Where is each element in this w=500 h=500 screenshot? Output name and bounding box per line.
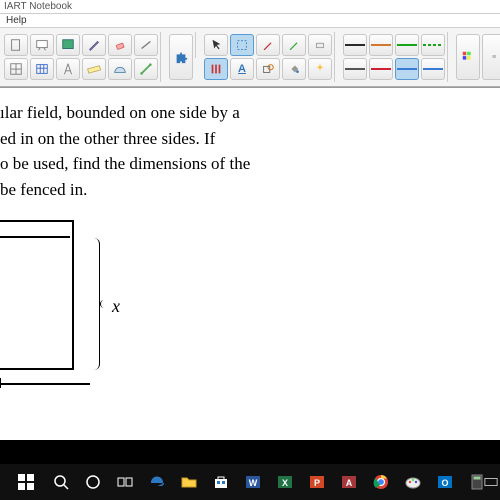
line-style-5[interactable] xyxy=(343,58,367,80)
svg-text:O: O xyxy=(441,478,448,488)
x-label: x xyxy=(112,296,120,317)
eraser-button[interactable] xyxy=(108,34,132,56)
figure-diagram: x xyxy=(0,220,160,410)
new-doc-button[interactable] xyxy=(4,34,28,56)
base-dimension xyxy=(0,380,90,390)
toolbar: A ≡ xyxy=(0,27,500,87)
fill-button[interactable] xyxy=(282,58,306,80)
highlighter-button[interactable] xyxy=(204,58,228,80)
word-button[interactable]: W xyxy=(238,467,268,497)
edge-button[interactable] xyxy=(142,467,172,497)
color-palette-button[interactable] xyxy=(456,34,480,80)
search-button[interactable] xyxy=(46,467,76,497)
text-line-1: ılar field, bounded on one side by a xyxy=(0,100,492,126)
svg-text:W: W xyxy=(249,478,258,488)
chrome-button[interactable] xyxy=(366,467,396,497)
taskview-button[interactable] xyxy=(110,467,140,497)
tool-group-select: A xyxy=(202,32,335,82)
tool-group-main xyxy=(2,32,161,82)
svg-text:X: X xyxy=(282,478,288,488)
cortana-button[interactable] xyxy=(78,467,108,497)
help-menu[interactable]: Help xyxy=(6,15,27,26)
pointer-button[interactable] xyxy=(204,34,228,56)
presentation-button[interactable] xyxy=(30,34,54,56)
canvas-area[interactable]: ılar field, bounded on one side by a ed … xyxy=(0,87,500,440)
screen-shade-button[interactable] xyxy=(56,34,80,56)
line-style-4[interactable] xyxy=(421,34,445,56)
svg-text:P: P xyxy=(314,478,320,488)
outlook-button[interactable]: O xyxy=(430,467,460,497)
field-top-line xyxy=(0,236,70,238)
table-button[interactable] xyxy=(30,58,54,80)
text-line-2: ed in on the other three sides. If xyxy=(0,126,492,152)
compass-button[interactable] xyxy=(56,58,80,80)
title-bar: IART Notebook xyxy=(0,0,500,14)
creative-pen-button[interactable] xyxy=(282,34,306,56)
addons-button[interactable] xyxy=(169,34,193,80)
line-style-1[interactable] xyxy=(343,34,367,56)
app-title: IART Notebook xyxy=(4,1,72,12)
menu-bar[interactable]: Help xyxy=(0,14,500,27)
line-style-7[interactable] xyxy=(395,58,419,80)
tray-keyboard-icon[interactable] xyxy=(484,475,498,489)
line-button[interactable] xyxy=(134,34,158,56)
select-button[interactable] xyxy=(230,34,254,56)
grid-button[interactable] xyxy=(4,58,28,80)
store-button[interactable] xyxy=(206,467,236,497)
measure-button[interactable] xyxy=(134,58,158,80)
system-tray[interactable] xyxy=(484,475,498,489)
tool-group-color: ≡ xyxy=(454,32,500,58)
text-line-4: be fenced in. xyxy=(0,177,492,203)
tool-group-lines xyxy=(341,32,448,82)
text-line-3: o be used, find the dimensions of the xyxy=(0,151,492,177)
ruler-button[interactable] xyxy=(82,58,106,80)
paint-button[interactable] xyxy=(398,467,428,497)
magic-button[interactable] xyxy=(308,58,332,80)
shape-button[interactable] xyxy=(256,58,280,80)
problem-text: ılar field, bounded on one side by a ed … xyxy=(0,96,500,202)
powerpoint-button[interactable]: P xyxy=(302,467,332,497)
field-rectangle xyxy=(0,220,74,370)
svg-text:A: A xyxy=(346,478,353,488)
properties-button[interactable]: ≡ xyxy=(482,34,500,80)
line-style-8[interactable] xyxy=(421,58,445,80)
pen-tool-button[interactable] xyxy=(256,34,280,56)
access-button[interactable]: A xyxy=(334,467,364,497)
file-explorer-button[interactable] xyxy=(174,467,204,497)
line-style-6[interactable] xyxy=(369,58,393,80)
text-a-button[interactable]: A xyxy=(230,58,254,80)
brace-icon xyxy=(88,238,104,370)
pen-button[interactable] xyxy=(82,34,106,56)
windows-taskbar[interactable]: W X P A O xyxy=(0,464,500,500)
protractor-button[interactable] xyxy=(108,58,132,80)
eraser-tool-button[interactable] xyxy=(308,34,332,56)
line-style-3[interactable] xyxy=(395,34,419,56)
start-button[interactable] xyxy=(8,467,44,497)
tool-group-addons xyxy=(167,32,196,58)
excel-button[interactable]: X xyxy=(270,467,300,497)
line-style-2[interactable] xyxy=(369,34,393,56)
